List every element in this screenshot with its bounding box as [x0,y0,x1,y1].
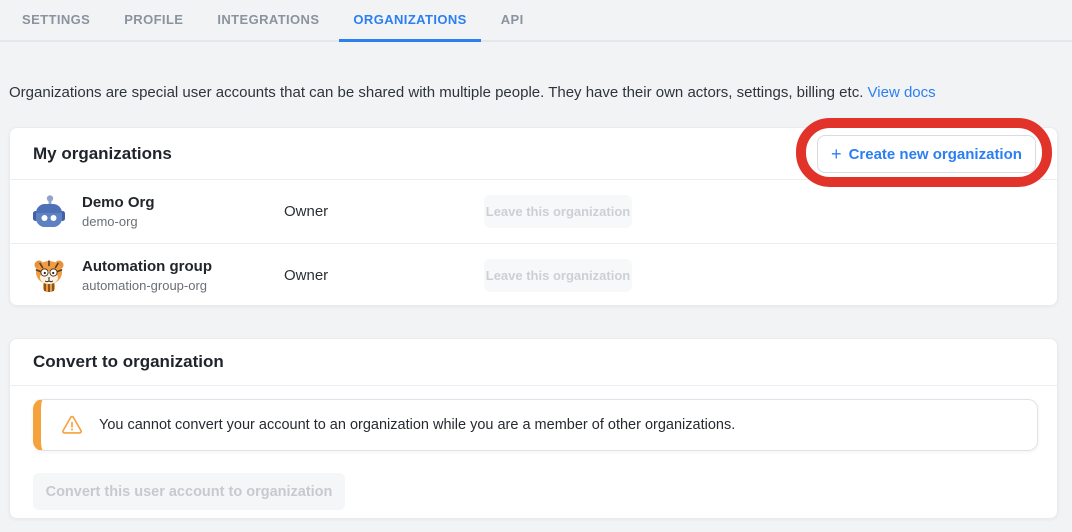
view-docs-link[interactable]: View docs [868,84,936,101]
org-identity: Automation group automation-group-org [82,258,212,293]
tab-integrations[interactable]: INTEGRATIONS [203,12,333,42]
convert-to-organization-card: Convert to organization You cannot conve… [9,338,1058,519]
warning-callout: You cannot convert your account to an or… [33,399,1038,451]
create-new-organization-button[interactable]: + Create new organization [817,135,1036,173]
convert-header: Convert to organization [10,339,1057,386]
leave-organization-button[interactable]: Leave this organization [484,195,632,228]
org-row-automation-group: Automation group automation-group-org Ow… [10,243,1057,306]
tab-api[interactable]: API [487,12,538,42]
org-identity: Demo Org demo-org [82,194,155,229]
org-role: Owner [284,203,328,220]
my-organizations-card: My organizations + Create new organizati… [9,127,1058,306]
org-name: Automation group [82,258,212,275]
intro-sentence: Organizations are special user accounts … [9,84,863,101]
convert-title: Convert to organization [33,352,224,372]
my-organizations-header: My organizations + Create new organizati… [10,128,1057,180]
org-role: Owner [284,267,328,284]
leave-organization-button[interactable]: Leave this organization [484,259,632,292]
convert-account-button[interactable]: Convert this user account to organizatio… [33,473,345,510]
org-row-demo-org: Demo Org demo-org Owner Leave this organ… [10,180,1057,243]
plus-icon: + [831,145,842,163]
organizations-intro-text: Organizations are special user accounts … [9,84,936,101]
create-new-organization-label: Create new organization [849,146,1022,163]
settings-tab-bar: SETTINGS PROFILE INTEGRATIONS ORGANIZATI… [0,0,1072,42]
warning-text: You cannot convert your account to an or… [99,417,735,433]
org-name: Demo Org [82,194,155,211]
warning-triangle-icon [61,415,83,435]
my-organizations-title: My organizations [33,144,172,164]
tab-settings[interactable]: SETTINGS [8,12,104,42]
tab-organizations[interactable]: ORGANIZATIONS [339,12,480,42]
robot-avatar [31,194,67,230]
tiger-avatar [31,257,67,293]
tab-profile[interactable]: PROFILE [110,12,197,42]
org-slug: automation-group-org [82,278,212,293]
org-slug: demo-org [82,214,155,229]
